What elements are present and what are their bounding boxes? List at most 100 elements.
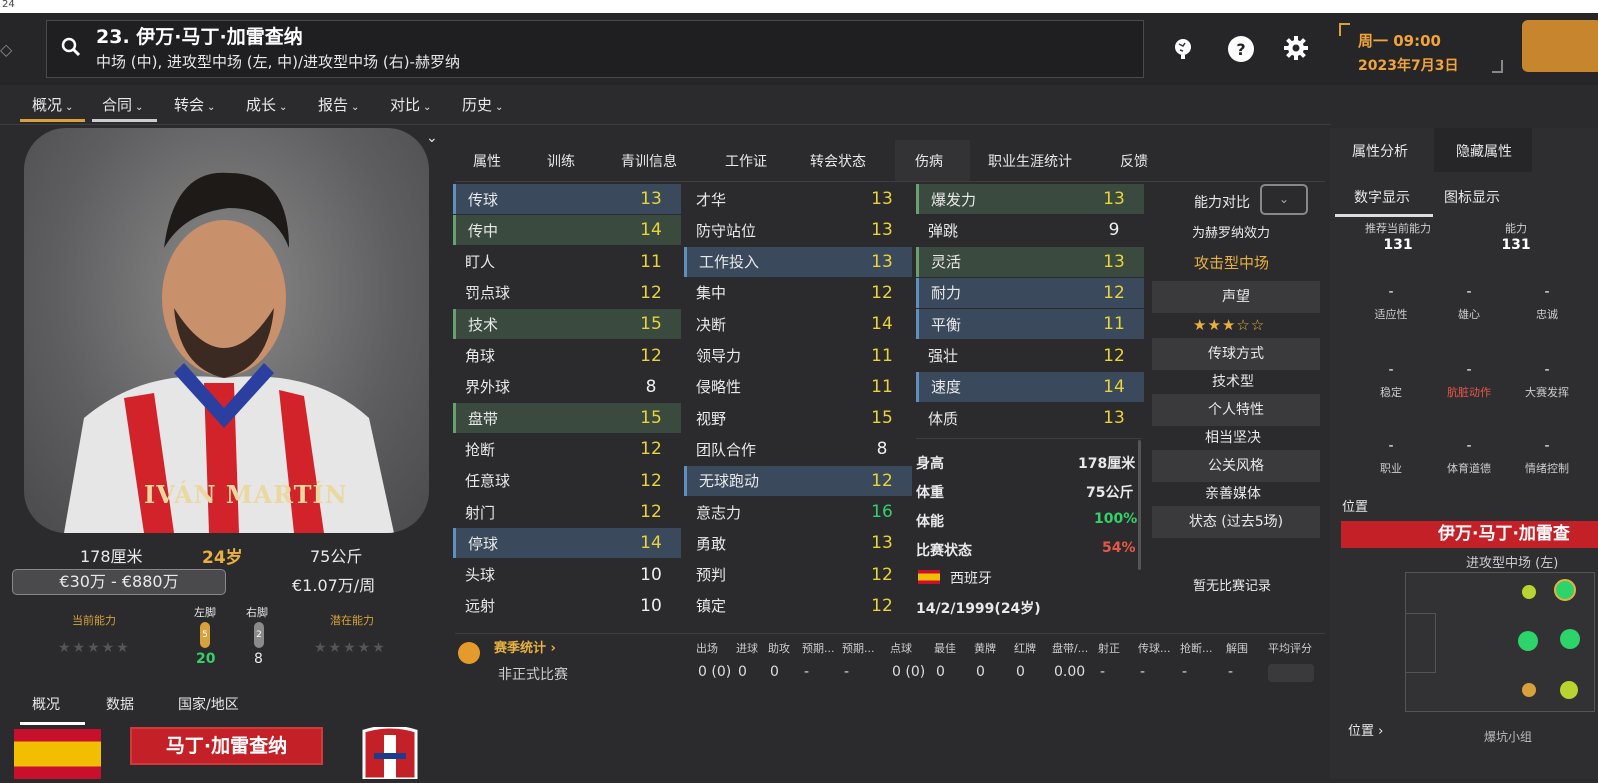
player-positions: 中场 (中), 进攻型中场 (左, 中)/进攻型中场 (右)-赫罗纳 — [96, 53, 460, 71]
season-col-header[interactable]: 传球... — [1138, 640, 1171, 656]
attribute-row[interactable]: 盯人 11 — [453, 247, 681, 277]
season-col-value: 0 — [976, 664, 985, 680]
left-arrow-icon[interactable]: ◇ — [0, 40, 12, 59]
attribute-name: 工作投入 — [699, 253, 760, 272]
globe-icon[interactable] — [1170, 36, 1196, 62]
nav-overview[interactable]: 概况 ⌄ — [32, 94, 73, 115]
tab-icon-view[interactable]: 图标显示 — [1444, 187, 1500, 207]
compare-dropdown[interactable]: ⌄ — [1260, 184, 1308, 215]
attribute-row[interactable]: 爆发力 13 — [916, 184, 1144, 214]
gear-icon[interactable] — [1283, 35, 1309, 65]
tab-nation[interactable]: 国家/地区 — [178, 694, 239, 714]
attribute-row[interactable]: 决断 14 — [684, 309, 912, 339]
nation-name[interactable]: 西班牙 — [950, 568, 992, 588]
nav-history[interactable]: 历史 ⌄ — [462, 94, 503, 115]
attribute-row[interactable]: 抢断 12 — [453, 434, 681, 464]
role-value[interactable]: 攻击型中场 — [1194, 252, 1269, 273]
tab-overview[interactable]: 概况 — [32, 694, 60, 714]
attribute-row[interactable]: 停球 14 — [453, 528, 681, 559]
tab-data[interactable]: 数据 — [106, 694, 134, 714]
scrollbar[interactable] — [1138, 440, 1141, 570]
football-icon — [458, 642, 480, 664]
nav-contract[interactable]: 合同 ⌄ — [102, 94, 143, 115]
attribute-row[interactable]: 弹跳 9 — [916, 215, 1144, 245]
attribute-row[interactable]: 速度 14 — [916, 371, 1144, 402]
attribute-row[interactable]: 传球 13 — [453, 184, 681, 214]
nav-reports[interactable]: 报告 ⌄ — [318, 94, 359, 115]
nav-compare[interactable]: 对比 ⌄ — [390, 94, 431, 115]
attribute-value: 12 — [1103, 345, 1125, 366]
attribute-row[interactable]: 强壮 12 — [916, 341, 1144, 371]
nav-transfer[interactable]: 转会 ⌄ — [174, 94, 215, 115]
attribute-row[interactable]: 技术 15 — [453, 309, 681, 340]
season-col-header[interactable]: 预期... — [842, 640, 875, 656]
season-col-header[interactable]: 平均评分 — [1268, 640, 1312, 656]
attribute-row[interactable]: 才华 13 — [684, 184, 912, 214]
season-col-header[interactable]: 解围 — [1226, 640, 1248, 656]
tab-feedback[interactable]: 反馈 — [1120, 151, 1148, 171]
tab-injuries[interactable]: 伤病 — [915, 151, 943, 171]
attribute-row[interactable]: 远射 10 — [453, 591, 681, 621]
attribute-row[interactable]: 射门 12 — [453, 497, 681, 527]
attribute-row[interactable]: 平衡 11 — [916, 309, 1144, 340]
attribute-row[interactable]: 罚点球 12 — [453, 278, 681, 308]
attribute-row[interactable]: 角球 12 — [453, 341, 681, 371]
attribute-row[interactable]: 任意球 12 — [453, 466, 681, 496]
season-col-header[interactable]: 黄牌 — [974, 640, 996, 656]
attribute-row[interactable]: 领导力 11 — [684, 341, 912, 371]
chevron-down-icon[interactable]: ⌄ — [426, 130, 438, 146]
right-foot-badge: 2 — [254, 622, 264, 648]
attribute-name: 平衡 — [931, 315, 962, 334]
attribute-row[interactable]: 耐力 12 — [916, 277, 1144, 308]
tab-hidden-attributes[interactable]: 隐藏属性 — [1456, 141, 1512, 161]
transfer-value[interactable]: €30万 - €880万 — [12, 569, 226, 595]
attribute-row[interactable]: 盘带 15 — [453, 403, 681, 434]
attribute-name: 远射 — [465, 597, 496, 616]
attribute-row[interactable]: 灵活 13 — [916, 246, 1144, 277]
tab-career-stats[interactable]: 职业生涯统计 — [988, 151, 1072, 171]
season-col-header[interactable]: 最佳 — [934, 640, 956, 656]
tab-transfer-status[interactable]: 转会状态 — [810, 151, 866, 171]
season-col-header[interactable]: 出场 — [696, 640, 718, 656]
tab-attribute-analysis[interactable]: 属性分析 — [1352, 141, 1408, 161]
season-col-header[interactable]: 进球 — [736, 640, 758, 656]
attribute-row[interactable]: 无球跑动 12 — [684, 465, 912, 496]
attribute-row[interactable]: 镇定 12 — [684, 591, 912, 621]
position-link[interactable]: 位置 › — [1348, 720, 1383, 739]
attribute-row[interactable]: 侵略性 11 — [684, 372, 912, 402]
search-icon[interactable] — [60, 36, 82, 62]
season-col-header[interactable]: 助攻 — [768, 640, 790, 656]
season-col-header[interactable]: 抢断... — [1180, 640, 1213, 656]
attribute-row[interactable]: 集中 12 — [684, 278, 912, 308]
continue-button[interactable] — [1522, 20, 1598, 72]
attribute-row[interactable]: 团队合作 8 — [684, 434, 912, 464]
season-col-header[interactable]: 红牌 — [1014, 640, 1036, 656]
season-col-value: 0 — [936, 664, 945, 680]
tab-training[interactable]: 训练 — [547, 151, 575, 171]
tab-work-permit[interactable]: 工作证 — [725, 151, 767, 171]
tab-attributes[interactable]: 属性 — [473, 151, 501, 171]
season-stats-link[interactable]: 赛季统计 › — [494, 637, 556, 656]
attribute-row[interactable]: 传中 14 — [453, 215, 681, 246]
attribute-name: 任意球 — [465, 472, 511, 491]
season-col-header[interactable]: 点球 — [890, 640, 912, 656]
tab-numeric[interactable]: 数字显示 — [1354, 187, 1410, 207]
help-icon[interactable]: ? — [1228, 36, 1254, 62]
season-col-header[interactable]: 射正 — [1098, 640, 1120, 656]
attribute-row[interactable]: 体质 13 — [916, 403, 1144, 433]
position-dot-selected — [1554, 579, 1576, 601]
attribute-row[interactable]: 预判 12 — [684, 560, 912, 590]
attribute-row[interactable]: 视野 15 — [684, 403, 912, 433]
attribute-row[interactable]: 工作投入 13 — [684, 246, 912, 277]
attribute-row[interactable]: 头球 10 — [453, 560, 681, 590]
attribute-row[interactable]: 界外球 8 — [453, 372, 681, 402]
hidden-attr-value: - — [1544, 284, 1550, 300]
attribute-row[interactable]: 意志力 16 — [684, 497, 912, 527]
attribute-row[interactable]: 勇敢 13 — [684, 528, 912, 558]
nav-development[interactable]: 成长 ⌄ — [246, 94, 287, 115]
tab-youth[interactable]: 青训信息 — [621, 151, 677, 171]
attribute-row[interactable]: 防守站位 13 — [684, 215, 912, 245]
season-col-header[interactable]: 预期... — [802, 640, 835, 656]
season-col-header[interactable]: 盘带/... — [1052, 640, 1088, 656]
attribute-name: 领导力 — [696, 347, 742, 365]
